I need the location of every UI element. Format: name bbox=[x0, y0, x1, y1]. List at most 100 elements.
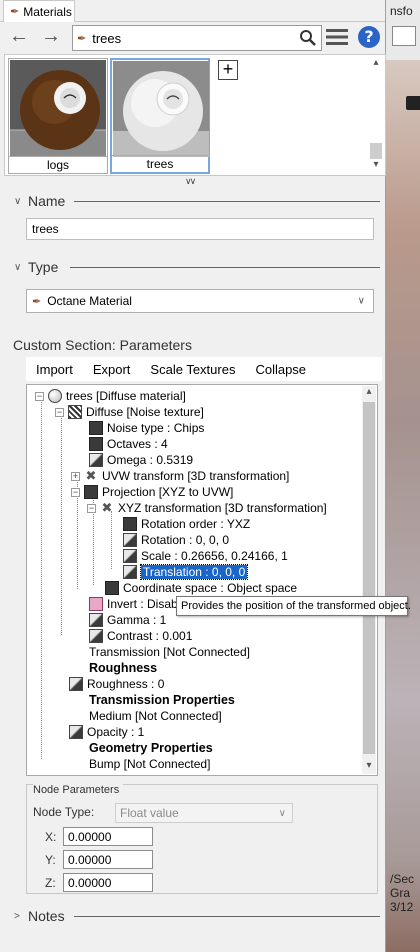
tree-node[interactable]: Rotation order : YXZ bbox=[123, 516, 250, 532]
collapse-icon[interactable]: − bbox=[55, 407, 64, 417]
enum-icon bbox=[123, 517, 137, 531]
viewport-text: nsfo bbox=[390, 4, 413, 18]
tree-node[interactable]: Noise type : Chips bbox=[89, 420, 204, 436]
y-input[interactable]: 0.00000 bbox=[63, 850, 153, 869]
materials-panel: ✒ Materials ← → ✒ trees ? logs trees + ▴… bbox=[0, 0, 411, 952]
scroll-up-icon[interactable]: ▴ bbox=[369, 57, 383, 71]
tree-node[interactable]: − Projection [XYZ to UVW] bbox=[71, 484, 233, 500]
material-swatch-logs[interactable]: logs bbox=[8, 58, 108, 174]
tree-node[interactable]: Omega : 0.5319 bbox=[89, 452, 193, 468]
viewport-icon bbox=[392, 26, 416, 46]
viewport-background: nsfo /Sec Gra 3/12 bbox=[386, 0, 420, 952]
node-label: Rotation order : YXZ bbox=[141, 517, 251, 531]
name-section-header[interactable]: ∨ Name bbox=[14, 192, 65, 210]
tree-node[interactable]: − ✖ XYZ transformation [3D transformatio… bbox=[87, 500, 327, 516]
node-label: Projection [XYZ to UVW] bbox=[102, 485, 234, 499]
forward-arrow-icon[interactable]: → bbox=[38, 26, 64, 48]
section-title: Type bbox=[28, 259, 59, 275]
node-label: Bump [Not Connected] bbox=[89, 757, 211, 771]
collapse-icon[interactable]: − bbox=[35, 391, 44, 401]
scroll-up-icon[interactable]: ▴ bbox=[362, 386, 376, 400]
z-input[interactable]: 0.00000 bbox=[63, 873, 153, 892]
import-button[interactable]: Import bbox=[26, 362, 83, 377]
projection-icon bbox=[84, 485, 98, 499]
viewport-text: /Sec bbox=[390, 872, 415, 886]
parameter-tree: − trees [Diffuse material] − Diffuse [No… bbox=[26, 384, 378, 776]
swatch-scrollbar[interactable]: ▴ ▾ bbox=[369, 57, 383, 173]
collapse-icon[interactable]: − bbox=[87, 503, 96, 513]
search-icon[interactable] bbox=[299, 29, 317, 47]
tree-group-header[interactable]: Roughness bbox=[89, 660, 157, 676]
tree-node[interactable]: Invert : Disable bbox=[89, 596, 187, 612]
tree-guide bbox=[41, 399, 42, 759]
scroll-down-icon[interactable]: ▾ bbox=[362, 760, 376, 774]
float-icon bbox=[69, 677, 83, 691]
x-input[interactable]: 0.00000 bbox=[63, 827, 153, 846]
tree-node[interactable]: Roughness : 0 bbox=[69, 676, 164, 692]
material-swatch-trees[interactable]: trees bbox=[110, 58, 210, 174]
x-value: 0.00000 bbox=[68, 829, 112, 844]
tree-node[interactable]: Contrast : 0.001 bbox=[89, 628, 192, 644]
back-arrow-icon[interactable]: ← bbox=[6, 26, 32, 48]
tab-label: Materials bbox=[23, 4, 72, 19]
brush-icon: ✒ bbox=[32, 295, 42, 308]
search-input[interactable]: ✒ trees bbox=[72, 25, 322, 51]
node-label: trees [Diffuse material] bbox=[66, 389, 186, 403]
tree-node[interactable]: Transmission [Not Connected] bbox=[89, 644, 250, 660]
help-icon[interactable]: ? bbox=[358, 26, 380, 48]
camera-icon bbox=[406, 96, 420, 110]
expand-icon[interactable]: + bbox=[71, 471, 80, 481]
tree-guide bbox=[61, 415, 62, 635]
materials-toolbar: ← → ✒ trees ? bbox=[0, 22, 385, 52]
tree-node[interactable]: + ✖ UVW transform [3D transformation] bbox=[71, 468, 289, 484]
node-label: Opacity : 1 bbox=[87, 725, 145, 739]
tree-scrollbar[interactable]: ▴ ▾ bbox=[362, 386, 376, 774]
node-label: Roughness : 0 bbox=[87, 677, 165, 691]
node-type-select: Float value ∨ bbox=[115, 803, 293, 823]
material-name: logs bbox=[9, 156, 107, 172]
tree-group-header[interactable]: Geometry Properties bbox=[89, 740, 213, 756]
tree-node[interactable]: Gamma : 1 bbox=[89, 612, 166, 628]
tree-node[interactable]: Coordinate space : Object space bbox=[105, 580, 297, 596]
y-label: Y: bbox=[45, 853, 56, 867]
material-name: trees bbox=[112, 155, 208, 171]
tab-materials[interactable]: ✒ Materials bbox=[3, 0, 75, 22]
section-divider bbox=[74, 916, 380, 917]
type-dropdown[interactable]: ✒ Octane Material ∨ bbox=[26, 289, 374, 313]
name-field[interactable]: trees bbox=[26, 218, 374, 240]
scroll-thumb[interactable] bbox=[370, 143, 382, 159]
tree-node[interactable]: Medium [Not Connected] bbox=[89, 708, 222, 724]
tree-node[interactable]: Octaves : 4 bbox=[89, 436, 168, 452]
scroll-down-icon[interactable]: ▾ bbox=[369, 159, 383, 173]
menu-icon[interactable] bbox=[326, 29, 348, 45]
collapse-handle-icon[interactable]: ∨∨ bbox=[185, 176, 196, 187]
add-material-button[interactable]: + bbox=[218, 60, 238, 80]
tree-node[interactable]: − trees [Diffuse material] bbox=[35, 388, 186, 404]
material-swatches: logs trees + ▴ ▾ bbox=[4, 54, 386, 176]
float-icon bbox=[123, 565, 137, 579]
node-type-label: Node Type: bbox=[33, 805, 95, 819]
section-divider bbox=[70, 267, 380, 268]
chevron-right-icon: > bbox=[14, 910, 20, 922]
scale-textures-button[interactable]: Scale Textures bbox=[140, 362, 245, 377]
y-value: 0.00000 bbox=[68, 852, 112, 867]
tree-node[interactable]: Scale : 0.26656, 0.24166, 1 bbox=[123, 548, 288, 564]
viewport-text: Gra bbox=[390, 886, 411, 900]
collapse-icon[interactable]: − bbox=[71, 487, 80, 497]
scroll-thumb[interactable] bbox=[363, 402, 375, 754]
tree-node[interactable]: Opacity : 1 bbox=[69, 724, 144, 740]
collapse-button[interactable]: Collapse bbox=[245, 362, 316, 377]
tree-node[interactable]: − Diffuse [Noise texture] bbox=[55, 404, 204, 420]
tree-node[interactable]: Bump [Not Connected] bbox=[89, 756, 210, 772]
notes-section-header[interactable]: > Notes bbox=[14, 907, 65, 925]
z-value: 0.00000 bbox=[68, 875, 112, 890]
brush-icon: ✒ bbox=[77, 32, 87, 45]
tree-node-selected[interactable]: Translation : 0, 0, 0 bbox=[123, 564, 249, 580]
export-button[interactable]: Export bbox=[83, 362, 141, 377]
enum-icon bbox=[89, 421, 103, 435]
tree-node[interactable]: Rotation : 0, 0, 0 bbox=[123, 532, 229, 548]
type-section-header[interactable]: ∨ Type bbox=[14, 258, 58, 276]
tree-group-header[interactable]: Transmission Properties bbox=[89, 692, 235, 708]
brush-icon: ✒ bbox=[10, 6, 20, 18]
parameter-actions: Import Export Scale Textures Collapse bbox=[26, 357, 382, 381]
